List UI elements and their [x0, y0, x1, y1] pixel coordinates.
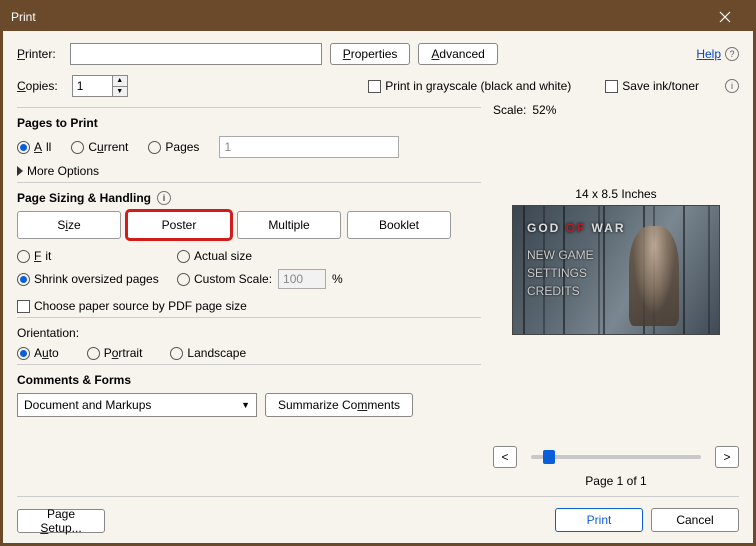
- copies-input[interactable]: [72, 75, 112, 97]
- comments-section: Comments & Forms Document and Markups ▼ …: [17, 364, 481, 417]
- save-ink-checkbox[interactable]: Save ink/toner: [605, 79, 699, 93]
- preview-thumbnail: GOD OF WAR NEW GAME SETTINGS CREDITS: [512, 205, 720, 335]
- more-options-toggle[interactable]: More Options: [17, 164, 481, 178]
- preview-page-of: Page 1 of 1: [493, 474, 739, 488]
- preview-logo: GOD OF WAR: [527, 220, 626, 236]
- page-setup-button[interactable]: Page Setup...: [17, 509, 105, 533]
- checkbox-box-icon: [17, 300, 30, 313]
- actual-size-radio[interactable]: Actual size: [177, 249, 481, 263]
- pages-heading: Pages to Print: [17, 116, 481, 130]
- pages-range-input[interactable]: [219, 136, 399, 158]
- choose-paper-checkbox[interactable]: Choose paper source by PDF page size: [17, 299, 481, 313]
- preview-slider-thumb[interactable]: [543, 450, 555, 464]
- copies-spinner[interactable]: ▲ ▼: [72, 75, 128, 97]
- preview-next-button[interactable]: >: [715, 446, 739, 468]
- preview-menu-text: NEW GAME SETTINGS CREDITS: [527, 246, 594, 300]
- pages-range-radio[interactable]: Pages: [148, 140, 199, 154]
- grayscale-checkbox[interactable]: Print in grayscale (black and white): [368, 79, 571, 93]
- comments-select[interactable]: Document and Markups ▼: [17, 393, 257, 417]
- percent-label: %: [332, 272, 343, 286]
- checkbox-box-icon: [368, 80, 381, 93]
- printer-select[interactable]: Microsoft Print to PDF: [70, 43, 322, 65]
- sizing-heading: Page Sizing & Handling: [17, 191, 151, 205]
- custom-scale-input[interactable]: [278, 269, 326, 289]
- save-ink-label: Save ink/toner: [622, 79, 699, 93]
- pages-all-radio[interactable]: All: [17, 140, 51, 154]
- orientation-heading: Orientation:: [17, 326, 481, 340]
- sizing-info-icon[interactable]: i: [157, 191, 171, 205]
- preview-prev-button[interactable]: <: [493, 446, 517, 468]
- cancel-button[interactable]: Cancel: [651, 508, 739, 532]
- checkbox-box-icon: [605, 80, 618, 93]
- pages-section: Pages to Print All Current Pages More Op…: [17, 107, 481, 178]
- choose-paper-label: Choose paper source by PDF page size: [34, 299, 247, 313]
- grayscale-label: Print in grayscale (black and white): [385, 79, 571, 93]
- window-title: Print: [11, 10, 36, 24]
- ink-info-icon[interactable]: i: [725, 79, 739, 93]
- summarize-comments-button[interactable]: Summarize Comments: [265, 393, 413, 417]
- help-icon: ?: [725, 47, 739, 61]
- scale-value: 52%: [532, 103, 556, 117]
- window-titlebar: Print: [3, 3, 753, 31]
- orientation-landscape-radio[interactable]: Landscape: [170, 346, 246, 360]
- booklet-tab[interactable]: Booklet: [347, 211, 451, 239]
- multiple-tab[interactable]: Multiple: [237, 211, 341, 239]
- preview-dimensions: 14 x 8.5 Inches: [493, 187, 739, 201]
- copies-up[interactable]: ▲: [112, 75, 128, 86]
- comments-value: Document and Markups: [24, 398, 151, 412]
- more-options-label: More Options: [27, 164, 99, 178]
- orientation-portrait-radio[interactable]: Portrait: [87, 346, 143, 360]
- orientation-section: Orientation: Auto Portrait Landscape: [17, 317, 481, 360]
- poster-tab[interactable]: Poster: [127, 211, 231, 239]
- printer-label: Printer:: [17, 47, 56, 61]
- copies-label: Copies:: [17, 79, 58, 93]
- fit-radio[interactable]: Fit: [17, 249, 177, 263]
- size-tab[interactable]: Size: [17, 211, 121, 239]
- sizing-section: Page Sizing & Handling i Size Poster Mul…: [17, 182, 481, 313]
- triangle-right-icon: [17, 166, 23, 176]
- preview-figure: [629, 226, 679, 326]
- custom-scale-radio[interactable]: Custom Scale:: [177, 272, 272, 286]
- shrink-radio[interactable]: Shrink oversized pages: [17, 272, 177, 286]
- help-link[interactable]: Help ?: [696, 47, 739, 61]
- comments-heading: Comments & Forms: [17, 373, 481, 387]
- close-button[interactable]: [705, 3, 745, 31]
- properties-button[interactable]: Properties: [330, 43, 411, 65]
- pages-current-radio[interactable]: Current: [71, 140, 128, 154]
- help-label: Help: [696, 47, 721, 61]
- chevron-down-icon: ▼: [241, 400, 250, 410]
- print-button[interactable]: Print: [555, 508, 643, 532]
- advanced-button[interactable]: Advanced: [418, 43, 497, 65]
- scale-label: Scale:: [493, 103, 526, 117]
- preview-slider[interactable]: [531, 455, 701, 459]
- orientation-auto-radio[interactable]: Auto: [17, 346, 59, 360]
- close-icon: [719, 11, 731, 23]
- copies-down[interactable]: ▼: [112, 86, 128, 98]
